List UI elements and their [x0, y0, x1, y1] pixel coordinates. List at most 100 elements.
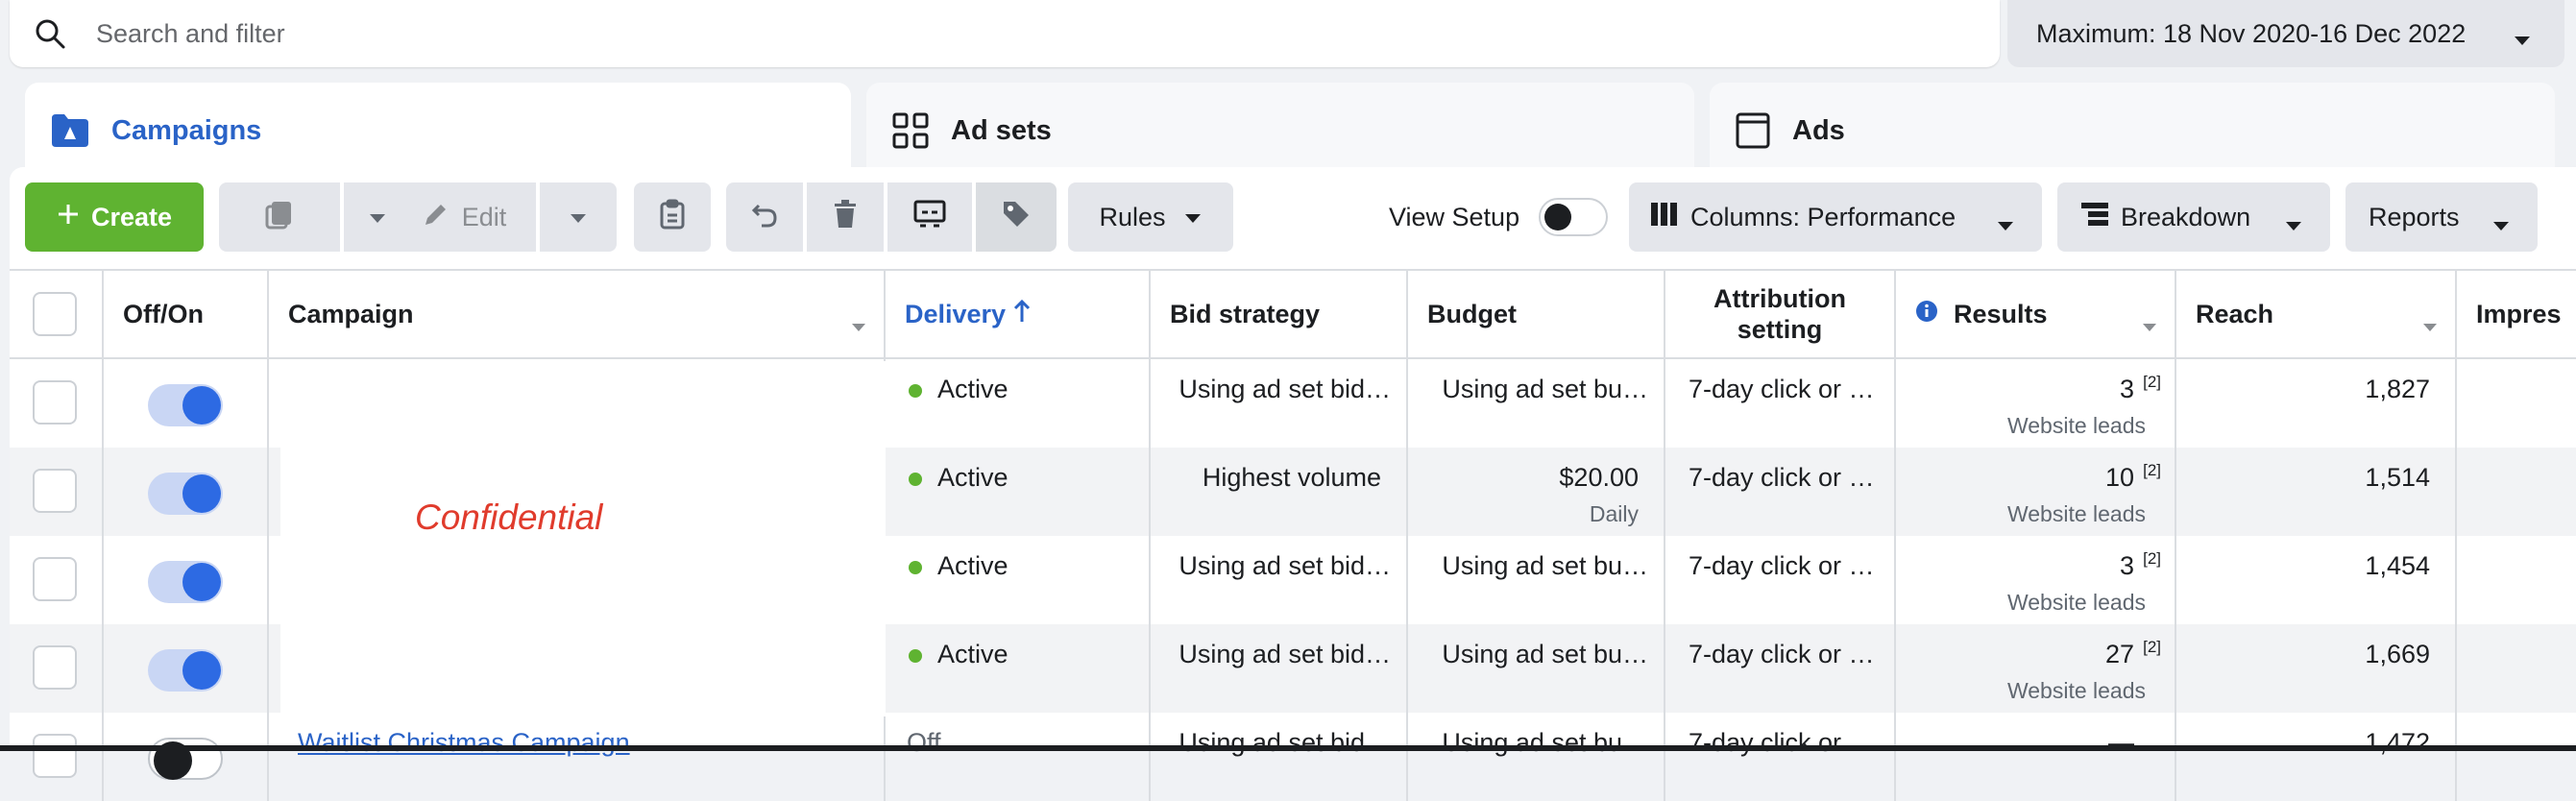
edit-dropdown[interactable]: [540, 182, 617, 252]
tab-campaigns[interactable]: Campaigns: [25, 83, 851, 179]
reach-value: 1,454: [2365, 551, 2430, 580]
tag-icon: [1001, 199, 1032, 236]
undo-icon: [750, 200, 779, 235]
select-all-checkbox[interactable]: [33, 292, 77, 336]
results-value: 3: [2119, 375, 2134, 403]
campaign-name-cell[interactable]: Waitlist Christmas Campaign: [269, 713, 886, 801]
search-bar[interactable]: Search and filter: [10, 0, 2000, 67]
attribution-setting: 7-day click or …: [1689, 375, 1875, 403]
date-range-picker[interactable]: Maximum: 18 Nov 2020-16 Dec 2022: [2007, 0, 2564, 67]
header-attribution-setting[interactable]: Attribution setting: [1665, 271, 1896, 357]
header-reach[interactable]: Reach: [2176, 271, 2457, 357]
header-delivery[interactable]: Delivery: [886, 271, 1151, 357]
duplicate-icon: [263, 198, 296, 237]
table-row[interactable]: Waitlist Christmas Campaign Off Using ad…: [10, 713, 2576, 801]
row-checkbox[interactable]: [33, 645, 77, 690]
campaign-toggle[interactable]: [148, 561, 223, 603]
header-off-on[interactable]: Off/On: [104, 271, 269, 357]
campaign-toggle[interactable]: [148, 384, 223, 426]
budget: $20.00: [1559, 463, 1639, 492]
reach-value: 1,472: [2365, 728, 2430, 757]
tab-ads[interactable]: Ads: [1710, 83, 2555, 179]
header-impressions[interactable]: Impres: [2457, 271, 2576, 357]
reach-value: 1,669: [2365, 640, 2430, 668]
search-input[interactable]: Search and filter: [96, 19, 285, 49]
results-type: Website leads: [2006, 590, 2146, 615]
delivery-status: Active: [937, 463, 1009, 492]
ab-test-button[interactable]: [887, 182, 972, 252]
results-value: —: [2108, 728, 2134, 757]
table-header: Off/On Campaign Delivery Bid strategy Bu…: [10, 269, 2576, 359]
edit-button[interactable]: Edit: [392, 182, 536, 252]
view-setup-toggle[interactable]: [1539, 198, 1609, 236]
attribution-setting: 7-day click or …: [1689, 640, 1875, 668]
results-value: 10: [2104, 463, 2134, 492]
clipboard-button[interactable]: [634, 182, 711, 252]
row-checkbox[interactable]: [33, 380, 77, 425]
bottom-edge: [0, 745, 2576, 751]
breakdown-button[interactable]: Breakdown: [2057, 182, 2330, 252]
folder-icon: [50, 112, 90, 149]
info-icon[interactable]: [1915, 300, 1938, 329]
ad-frame-icon: [1735, 111, 1771, 150]
reach-value: 1,827: [2365, 375, 2430, 403]
results-type: Website leads: [2006, 413, 2146, 438]
create-button[interactable]: Create: [25, 182, 204, 252]
arrow-up-icon: [1013, 299, 1031, 330]
tag-button[interactable]: [976, 182, 1057, 252]
rules-button[interactable]: Rules: [1068, 182, 1233, 252]
tab-label: Ad sets: [951, 114, 1052, 146]
active-status-dot: [909, 561, 922, 574]
active-status-dot: [909, 384, 922, 398]
budget: Using ad set bu…: [1442, 375, 1648, 403]
columns-icon: [1650, 202, 1679, 233]
campaign-toggle[interactable]: [148, 738, 223, 780]
results-type: Website leads: [2006, 501, 2146, 526]
header-budget[interactable]: Budget: [1408, 271, 1665, 357]
trash-icon: [832, 199, 859, 236]
active-status-dot: [909, 473, 922, 486]
ab-test-icon: [912, 199, 947, 236]
header-campaign[interactable]: Campaign: [269, 271, 886, 357]
header-bid-strategy[interactable]: Bid strategy: [1151, 271, 1408, 357]
results-note: [2]: [2143, 461, 2161, 479]
confidential-label: Confidential: [415, 498, 603, 537]
row-checkbox[interactable]: [33, 734, 77, 778]
campaign-toggle[interactable]: [148, 649, 223, 692]
attribution-setting: 7-day click or …: [1689, 463, 1875, 492]
row-checkbox[interactable]: [33, 557, 77, 601]
toolbar: Create Edit Rules View Setup Columns: Pe…: [10, 167, 2576, 269]
view-setup: View Setup: [1389, 182, 1609, 252]
chevron-down-icon: [569, 203, 588, 232]
row-checkbox[interactable]: [33, 469, 77, 513]
attribution-setting: 7-day click or …: [1689, 728, 1875, 757]
date-range-label: Maximum: 18 Nov 2020-16 Dec 2022: [2036, 18, 2467, 48]
results-value: 27: [2104, 640, 2134, 668]
chevron-down-icon: [2284, 210, 2303, 240]
reports-button[interactable]: Reports: [2345, 182, 2538, 252]
campaign-toggle[interactable]: [148, 473, 223, 515]
chevron-down-icon: [2513, 25, 2532, 55]
campaign-name-link[interactable]: Waitlist Christmas Campaign: [298, 728, 630, 758]
results-value: 3: [2119, 551, 2134, 580]
results-note: [2]: [2143, 638, 2161, 656]
results-note: [2]: [2143, 373, 2161, 391]
sort-caret-icon: [2422, 309, 2438, 339]
sort-caret-icon: [851, 309, 866, 339]
pencil-icon: [422, 200, 450, 235]
bid-strategy: Highest volume: [1202, 463, 1381, 492]
chevron-down-icon: [1183, 203, 1203, 232]
header-results[interactable]: Results: [1896, 271, 2176, 357]
search-icon: [31, 14, 69, 53]
chevron-down-icon: [2491, 210, 2511, 240]
duplicate-button[interactable]: [219, 182, 340, 252]
tab-label: Ads: [1792, 114, 1845, 146]
undo-button[interactable]: [726, 182, 803, 252]
delete-button[interactable]: [807, 182, 884, 252]
budget: Using ad set bu…: [1442, 640, 1648, 668]
columns-button[interactable]: Columns: Performance: [1629, 182, 2042, 252]
chevron-down-icon: [368, 203, 387, 232]
delivery-status: Active: [937, 375, 1009, 403]
tab-ad-sets[interactable]: Ad sets: [866, 83, 1694, 179]
budget: Using ad set bu…: [1442, 551, 1648, 580]
